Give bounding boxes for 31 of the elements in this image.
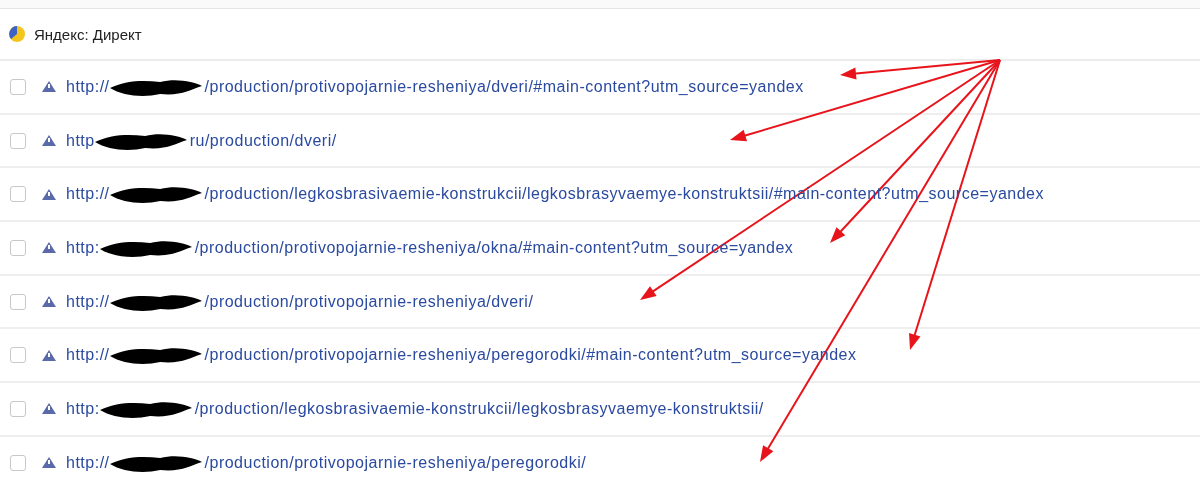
url-prefix[interactable]: http:// <box>66 453 110 472</box>
checkbox[interactable] <box>10 454 26 471</box>
checkbox[interactable] <box>10 239 26 256</box>
warning-icon <box>42 457 56 469</box>
url-prefix[interactable]: http:// <box>66 185 110 204</box>
logo-icon <box>8 25 26 43</box>
url-prefix[interactable]: http:// <box>66 77 110 96</box>
warning-icon <box>42 403 56 415</box>
warning-icon <box>42 349 56 361</box>
warning-icon <box>42 188 56 200</box>
checkbox[interactable] <box>10 186 26 203</box>
warning-icon <box>42 296 56 308</box>
url-link[interactable]: /production/protivopojarnie-resheniya/peregorodki/ <box>204 453 587 472</box>
warning-icon <box>42 81 56 93</box>
url-link[interactable]: /production/protivopojarnie-resheniya/dveri/ <box>204 292 534 311</box>
checkbox[interactable] <box>10 293 26 310</box>
checkbox[interactable] <box>10 78 26 95</box>
url-prefix[interactable]: http:// <box>66 292 110 311</box>
header-title: Яндекс: Директ <box>34 25 142 43</box>
url-link[interactable]: ru/production/dveri/ <box>189 131 337 150</box>
checkbox[interactable] <box>10 400 26 417</box>
url-link[interactable]: /production/legkosbrasivaemie-konstrukcii/legkosbrasyvaemye-konstruktsii/ <box>194 399 764 418</box>
url-prefix[interactable]: http: <box>66 238 100 257</box>
url-prefix[interactable]: http <box>66 131 95 150</box>
checkbox[interactable] <box>10 347 26 364</box>
url-prefix[interactable]: http: <box>66 399 100 418</box>
url-prefix[interactable]: http:// <box>66 346 110 365</box>
checkbox[interactable] <box>10 132 26 149</box>
url-link[interactable]: /production/protivopojarnie-resheniya/dveri/#main-content?utm_source=yandex <box>204 77 804 96</box>
warning-icon <box>42 135 56 147</box>
warning-icon <box>42 242 56 254</box>
